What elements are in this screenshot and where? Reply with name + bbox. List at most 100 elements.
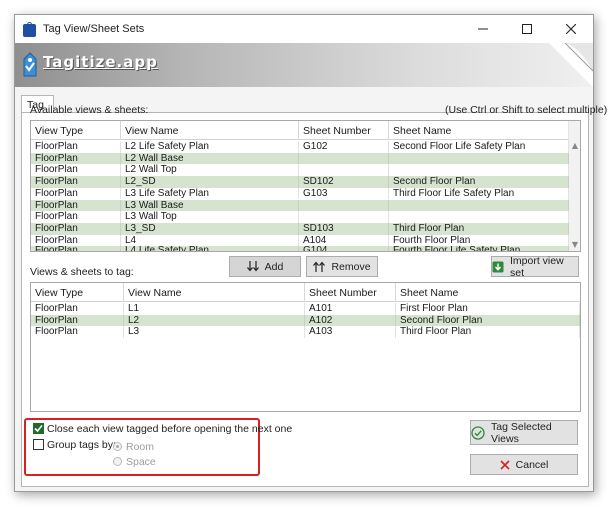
to-tag-grid-header: View Type View Name Sheet Number Sheet N… [31,283,580,302]
cell-sheet-number [299,152,389,165]
tag-selected-views-label: Tag Selected Views [491,420,552,445]
available-grid-header: View Type View Name Sheet Number Sheet N… [31,121,569,140]
column-header-sheet-name[interactable]: Sheet Name [396,283,580,302]
cell-sheet-name [389,152,569,165]
close-each-view-label[interactable]: Close each view tagged before opening th… [47,423,292,435]
scroll-up-icon[interactable]: ▲ [569,141,580,151]
table-row[interactable]: FloorPlan L2 A102 Second Floor Plan [31,314,580,327]
cell-sheet-name: First Floor Plan [396,303,580,315]
maximize-icon[interactable] [505,15,549,43]
window-title: Tag View/Sheet Sets [43,23,145,35]
column-header-sheet-number[interactable]: Sheet Number [299,121,389,140]
table-row[interactable]: FloorPlan L3_SD SD103 Third Floor Plan [31,222,569,235]
column-header-view-name[interactable]: View Name [124,283,305,302]
cell-sheet-number [299,211,389,223]
cell-view-type: FloorPlan [31,152,121,165]
cell-sheet-name [389,211,569,223]
cell-sheet-number: G103 [299,187,389,200]
cell-sheet-name: Second Floor Plan [389,176,569,188]
cell-view-name: L3 Wall Top [121,211,299,223]
minimize-icon[interactable] [461,15,505,43]
cell-sheet-name: Second Floor Plan [396,314,580,327]
column-header-sheet-number[interactable]: Sheet Number [305,283,396,302]
table-row[interactable]: FloorPlan L3 Life Safety Plan G103 Third Fl… [31,187,569,200]
cell-view-type: FloorPlan [31,246,121,251]
cell-view-type: FloorPlan [31,326,124,339]
cell-sheet-number [299,164,389,177]
views-to-tag-grid[interactable]: View Type View Name Sheet Number Sheet N… [30,282,581,412]
cell-sheet-number: A101 [305,303,396,315]
cell-view-type: FloorPlan [31,164,121,177]
cell-sheet-number: A102 [305,314,396,327]
cell-sheet-number: G102 [299,141,389,153]
cell-sheet-name [389,199,569,212]
room-radio-label[interactable]: Room [126,441,154,453]
tag-icon [23,52,37,77]
table-row[interactable]: FloorPlan L2 Wall Base [31,152,569,165]
available-views-label: Available views & sheets: [30,104,149,116]
cell-view-name: L3 [124,326,305,339]
table-row[interactable]: FloorPlan L4 A104 Fourth Floor Plan [31,234,569,247]
group-tags-checkbox[interactable] [33,439,44,450]
scroll-down-icon[interactable]: ▼ [569,240,580,250]
checkmark-icon [34,424,43,433]
cell-view-type: FloorPlan [31,187,121,200]
cell-view-name: L4 [121,234,299,247]
column-header-view-type[interactable]: View Type [31,121,121,140]
cancel-button-label: Cancel [515,458,549,471]
table-row[interactable]: FloorPlan L4 Life Safety Plan G104 Fourth F… [31,246,569,251]
selection-hint: (Use Ctrl or Shift to select multiple) [445,104,608,116]
cell-view-name: L4 Life Safety Plan [121,246,299,251]
title-bar: Tag View/Sheet Sets [15,15,593,43]
tag-selected-views-button[interactable]: Tag Selected Views [470,420,578,445]
space-radio-label[interactable]: Space [126,456,156,468]
cancel-x-icon [500,459,510,470]
room-radio[interactable] [113,442,122,451]
import-icon [492,261,504,273]
close-each-view-checkbox[interactable] [33,423,44,434]
check-circle-icon [471,425,485,440]
space-radio[interactable] [113,457,122,466]
cell-view-type: FloorPlan [31,314,124,327]
cell-view-type: FloorPlan [31,234,121,247]
import-button-label: Import view set [510,254,564,279]
column-header-view-name[interactable]: View Name [121,121,299,140]
cell-sheet-number: G104 [299,246,389,251]
cell-view-name: L2_SD [121,176,299,188]
brand-banner: Tagitize.app [15,43,593,87]
add-button-label: Add [264,260,284,273]
import-view-set-button[interactable]: Import view set [491,254,579,279]
column-header-view-type[interactable]: View Type [31,283,124,302]
table-row[interactable]: FloorPlan L1 A101 First Floor Plan [31,303,580,315]
cell-view-type: FloorPlan [31,141,121,153]
cell-view-name: L3 Life Safety Plan [121,187,299,200]
cell-view-name: L2 Wall Top [121,164,299,177]
cancel-button[interactable]: Cancel [470,454,578,475]
group-tags-label[interactable]: Group tags by: [47,439,116,451]
tagging-options-box: Close each view tagged before opening th… [24,418,292,476]
table-row[interactable]: FloorPlan L2 Life Safety Plan G102 Second F… [31,141,569,153]
column-header-sheet-name[interactable]: Sheet Name [389,121,569,140]
cell-view-name: L1 [124,303,305,315]
cell-sheet-name: Fourth Floor Plan [389,234,569,247]
table-row[interactable]: FloorPlan L2_SD SD102 Second Floor Plan [31,176,569,188]
table-row[interactable]: FloorPlan L3 Wall Base [31,199,569,212]
add-arrows-icon [246,261,259,272]
cell-sheet-number: A104 [299,234,389,247]
cell-sheet-number: SD103 [299,222,389,235]
views-to-tag-label: Views & sheets to tag: [30,266,134,278]
add-button[interactable]: Add [229,256,301,277]
available-grid-scrollbar[interactable]: ▲ ▼ [568,121,580,251]
close-icon[interactable] [549,15,593,43]
cell-sheet-name: Fourth Floor Life Safety Plan [389,246,569,251]
cell-sheet-name: Second Floor Life Safety Plan [389,141,569,153]
table-row[interactable]: FloorPlan L3 Wall Top [31,211,569,223]
table-row[interactable]: FloorPlan L3 A103 Third Floor Plan [31,326,580,339]
cell-view-name: L3 Wall Base [121,199,299,212]
cell-sheet-number [299,199,389,212]
remove-button[interactable]: Remove [306,256,378,277]
available-views-grid[interactable]: View Type View Name Sheet Number Sheet N… [30,120,581,252]
brand-logo-text: Tagitize.app [43,53,158,71]
cell-sheet-name [389,164,569,177]
table-row[interactable]: FloorPlan L2 Wall Top [31,164,569,177]
